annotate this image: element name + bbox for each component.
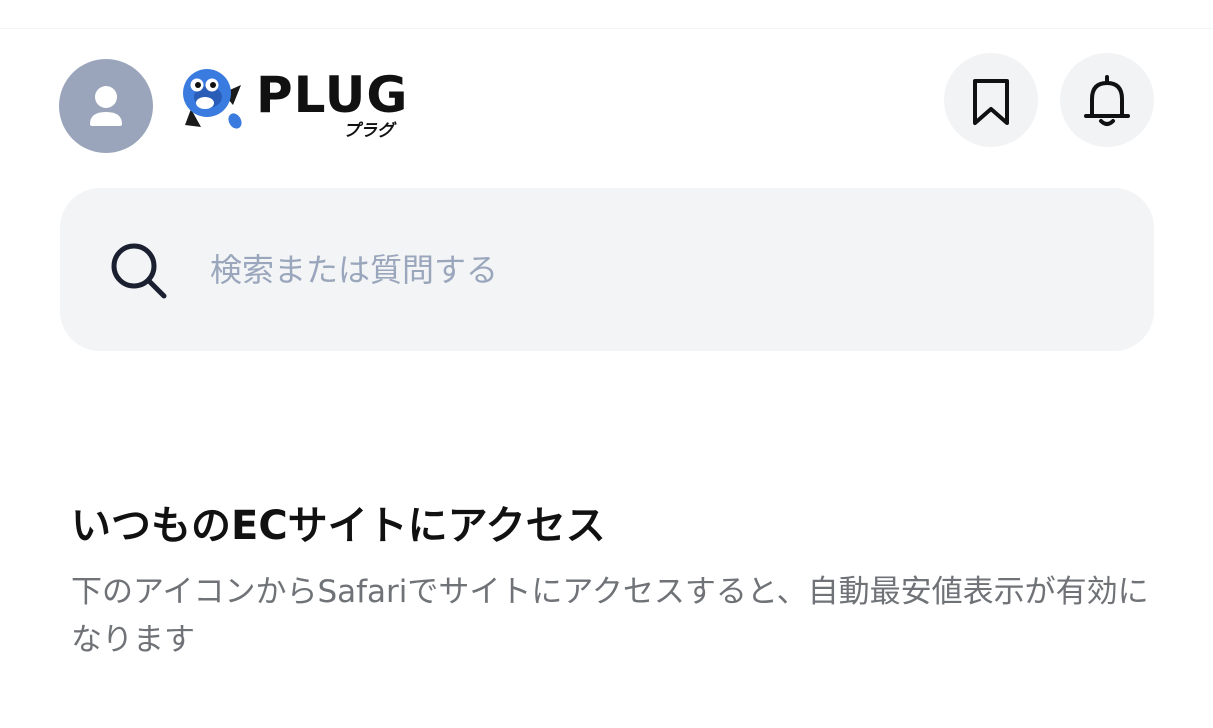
avatar[interactable]: [59, 59, 153, 153]
bell-icon: [1084, 75, 1130, 126]
plug-mascot-icon: [183, 69, 242, 129]
section-title: いつものECサイトにアクセス: [71, 503, 606, 549]
search-input[interactable]: [210, 243, 1110, 297]
bookmark-icon: [973, 79, 1009, 125]
search-icon: [111, 243, 167, 299]
logo-kana: プラグ: [343, 121, 394, 141]
section-description: 下のアイコンからSafariでサイトにアクセスすると、自動最安値表示が有効になり…: [71, 574, 1149, 658]
notifications-button[interactable]: [1060, 53, 1154, 147]
top-divider: [0, 28, 1213, 29]
app-header: PLUG プラグ: [59, 53, 1154, 153]
user-icon: [90, 86, 122, 126]
bookmark-button[interactable]: [944, 53, 1038, 147]
home-screen: PLUG プラグ いつものECサイトにアクセス 下のアイコンからSafariでサ…: [0, 0, 1213, 728]
logo-wordmark: PLUG: [256, 66, 409, 124]
search-bar[interactable]: [60, 188, 1154, 351]
app-logo: PLUG プラグ: [177, 61, 417, 151]
